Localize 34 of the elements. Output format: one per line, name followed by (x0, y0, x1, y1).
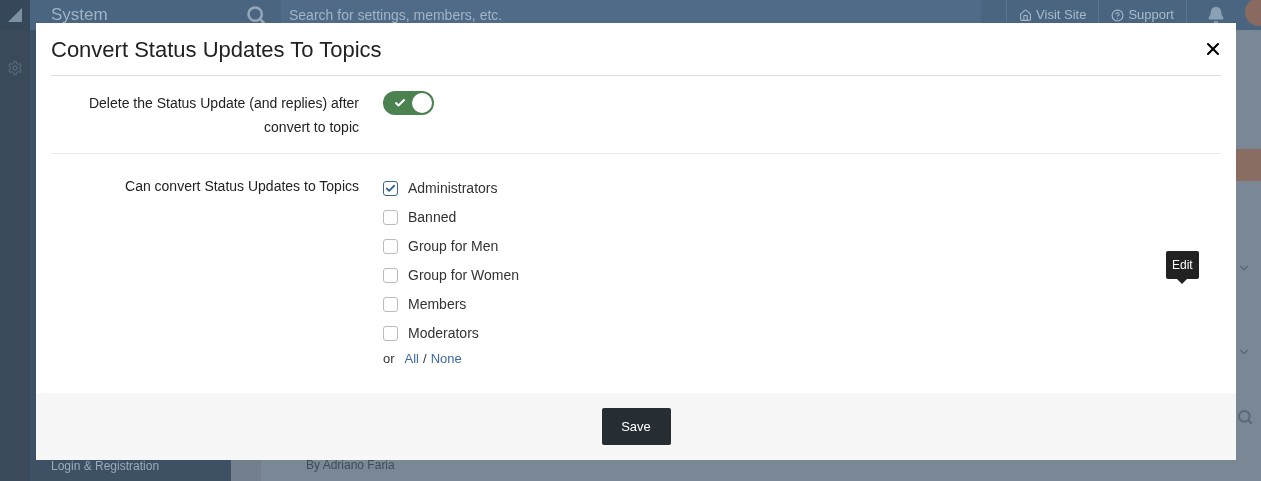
checkbox[interactable] (383, 210, 398, 225)
check-icon (394, 97, 406, 109)
checkbox[interactable] (383, 297, 398, 312)
tooltip-arrow (1177, 279, 1188, 284)
save-button[interactable]: Save (601, 408, 671, 445)
checkbox[interactable] (383, 268, 398, 283)
option-label: Moderators (408, 324, 479, 343)
search-icon[interactable] (246, 5, 266, 25)
checkbox[interactable] (383, 181, 398, 196)
sidebar-item[interactable]: Login & Registration (51, 457, 231, 475)
separator-text: / (423, 350, 427, 368)
bell-icon[interactable] (1207, 6, 1225, 24)
author-text: By Adriano Faria (306, 458, 396, 473)
option-label: Group for Men (408, 237, 499, 256)
select-all-link[interactable]: All (404, 349, 419, 369)
option-label: Group for Women (408, 266, 519, 285)
tooltip: Edit (1166, 251, 1199, 279)
gear-icon[interactable] (7, 60, 23, 76)
option-label: Banned (408, 208, 457, 227)
option-label: Members (408, 295, 467, 314)
sidebar-title: System (50, 4, 109, 27)
home-icon (1019, 8, 1033, 22)
select-none-link[interactable]: None (430, 349, 462, 369)
help-icon (1111, 8, 1125, 22)
dialog-title: Convert Status Updates To Topics (51, 35, 382, 64)
toggle-switch[interactable] (383, 91, 434, 115)
logo[interactable] (0, 0, 30, 30)
checkbox[interactable] (383, 326, 398, 341)
option-label: Administrators (408, 179, 498, 198)
check-icon (385, 183, 396, 194)
field-label: Delete the Status Update (and replies) after convert to topic (88, 95, 359, 135)
or-text: or (383, 350, 395, 368)
checkbox[interactable] (383, 239, 398, 254)
field-label: Can convert Status Updates to Topics (125, 178, 359, 194)
